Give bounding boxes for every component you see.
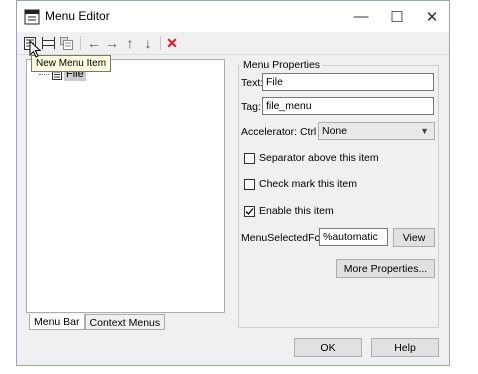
- toolbar-separator: [80, 36, 81, 50]
- tooltip-new-menu-item: New Menu Item: [31, 55, 112, 72]
- menu-selected-fcn-label: MenuSelectedFcn:: [241, 232, 329, 244]
- title-bar[interactable]: Menu Editor — ☐ ✕: [17, 1, 449, 32]
- close-button[interactable]: ✕: [414, 1, 450, 32]
- text-field[interactable]: File: [262, 73, 434, 91]
- tree-connector: [39, 73, 49, 76]
- chevron-down-icon: ▼: [420, 126, 429, 136]
- maximize-button[interactable]: ☐: [379, 1, 415, 32]
- minimize-button[interactable]: —: [343, 1, 379, 32]
- enable-checkbox[interactable]: [244, 205, 255, 217]
- accelerator-value: None: [322, 125, 348, 137]
- menu-tree[interactable]: File: [26, 59, 225, 313]
- accelerator-label: Accelerator: Ctrl +: [241, 126, 326, 138]
- separator-checkbox[interactable]: [244, 152, 255, 164]
- new-context-menu-button[interactable]: [57, 34, 75, 52]
- tag-field[interactable]: file_menu: [262, 97, 434, 115]
- view-button[interactable]: View: [393, 228, 435, 247]
- text-label: Text:: [241, 77, 264, 89]
- more-properties-button[interactable]: More Properties...: [336, 259, 435, 278]
- move-up-button[interactable]: ↑: [121, 34, 139, 52]
- move-left-button[interactable]: ←: [85, 34, 103, 52]
- move-right-button[interactable]: →: [103, 34, 121, 52]
- accelerator-select[interactable]: None ▼: [318, 122, 435, 140]
- window-title: Menu Editor: [45, 9, 110, 23]
- toolbar: ← → ↑ ↓ ✕: [17, 32, 449, 55]
- ok-button[interactable]: OK: [294, 338, 362, 357]
- menu-selected-fcn-field[interactable]: %automatic: [319, 228, 388, 246]
- menu-editor-app-icon: [24, 9, 40, 25]
- move-down-button[interactable]: ↓: [139, 34, 157, 52]
- enable-checkbox-row[interactable]: Enable this item: [244, 205, 334, 217]
- delete-button[interactable]: ✕: [163, 34, 181, 52]
- mouse-cursor-icon: [29, 40, 41, 58]
- check-icon: [245, 207, 254, 215]
- tab-context-menus[interactable]: Context Menus: [84, 314, 166, 330]
- tab-menu-bar[interactable]: Menu Bar: [29, 314, 85, 330]
- checkmark-checkbox-row[interactable]: Check mark this item: [244, 178, 357, 190]
- help-button[interactable]: Help: [371, 338, 439, 357]
- checkmark-checkbox[interactable]: [244, 178, 255, 190]
- menu-properties-legend: Menu Properties: [241, 59, 323, 71]
- enable-label: Enable this item: [259, 205, 334, 217]
- checkmark-label: Check mark this item: [259, 178, 358, 190]
- tag-label: Tag:: [241, 101, 261, 113]
- separator-label: Separator above this item: [259, 152, 379, 164]
- new-menu-item-icon: [41, 37, 55, 49]
- tab-strip: Menu Bar Context Menus: [29, 314, 166, 330]
- separator-checkbox-row[interactable]: Separator above this item: [244, 152, 379, 164]
- new-context-menu-icon: [59, 36, 73, 50]
- new-menu-item-button[interactable]: [39, 34, 57, 52]
- toolbar-separator: [160, 36, 161, 50]
